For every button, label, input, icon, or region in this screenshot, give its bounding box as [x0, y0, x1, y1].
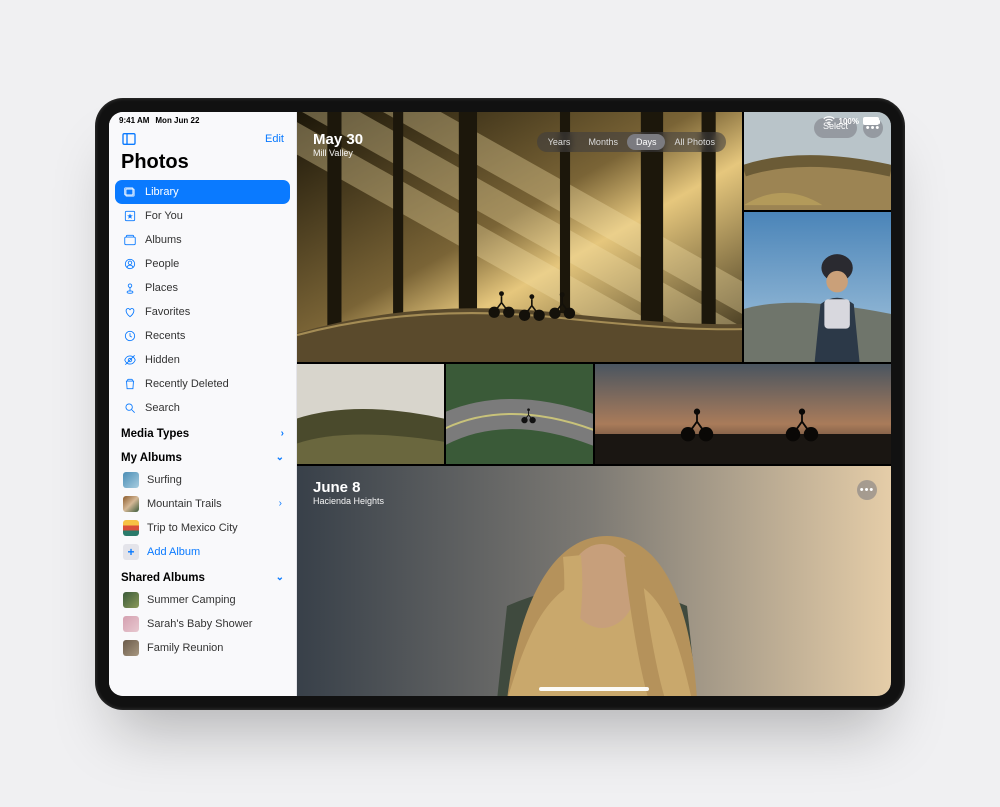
album-thumbnail: [123, 520, 139, 536]
section-shared-albums[interactable]: Shared Albums ⌄: [109, 564, 296, 588]
status-time: 9:41 AM: [119, 116, 149, 125]
app-title: Photos: [109, 151, 296, 180]
photo-thumb-cyclist-portrait[interactable]: [744, 212, 891, 362]
sidebar-item-recents[interactable]: Recents: [115, 324, 290, 348]
album-item-mountain-trails[interactable]: Mountain Trails ›: [115, 492, 290, 516]
for-you-icon: [123, 209, 137, 223]
sidebar-item-label: Hidden: [145, 354, 282, 366]
group-date: May 30: [313, 132, 363, 149]
shared-album-family-reunion[interactable]: Family Reunion: [115, 636, 290, 660]
places-icon: [123, 281, 137, 295]
sidebar-item-places[interactable]: Places: [115, 276, 290, 300]
sidebar-edit-button[interactable]: Edit: [265, 133, 284, 145]
add-album-button[interactable]: + Add Album: [115, 540, 290, 564]
section-media-types[interactable]: Media Types ›: [109, 420, 296, 444]
chevron-down-icon: ⌄: [276, 452, 284, 463]
more-options-icon[interactable]: •••: [857, 480, 877, 500]
album-label: Family Reunion: [147, 642, 282, 654]
section-title: Media Types: [121, 428, 189, 440]
photo-hero-may-30[interactable]: May 30 Mill Valley Years Months Days All…: [297, 112, 742, 362]
group-location: Mill Valley: [313, 148, 363, 158]
segment-all-photos[interactable]: All Photos: [665, 134, 724, 150]
battery-icon: [863, 117, 879, 125]
wifi-icon: [823, 116, 835, 127]
sidebar-item-label: Recently Deleted: [145, 378, 282, 390]
sidebar-item-library[interactable]: Library: [115, 180, 290, 204]
sidebar-item-recently-deleted[interactable]: Recently Deleted: [115, 372, 290, 396]
photo-grid-main: 100%: [297, 112, 891, 696]
shared-album-baby-shower[interactable]: Sarah's Baby Shower: [115, 612, 290, 636]
status-bar-right: 100%: [823, 116, 879, 127]
sidebar-item-search[interactable]: Search: [115, 396, 290, 420]
sidebar-item-label: Search: [145, 402, 282, 414]
people-icon: [123, 257, 137, 271]
heart-icon: [123, 305, 137, 319]
photo-thumb-curved-road[interactable]: [446, 364, 593, 464]
segment-months[interactable]: Months: [579, 134, 627, 150]
eye-off-icon: [123, 353, 137, 367]
home-indicator[interactable]: [539, 687, 649, 691]
sidebar-item-label: Recents: [145, 330, 282, 342]
sidebar-item-people[interactable]: People: [115, 252, 290, 276]
albums-icon: [123, 233, 137, 247]
status-date: Mon Jun 22: [155, 116, 199, 125]
sidebar-item-favorites[interactable]: Favorites: [115, 300, 290, 324]
album-label: Sarah's Baby Shower: [147, 618, 282, 630]
photo-hero-june-8[interactable]: June 8 Hacienda Heights •••: [297, 466, 891, 696]
ipad-screen: 9:41 AM Mon Jun 22 Edit Photos Library: [109, 112, 891, 696]
chevron-down-icon: ⌄: [276, 572, 284, 583]
album-thumbnail: [123, 616, 139, 632]
group-location: Hacienda Heights: [313, 496, 384, 506]
trash-icon: [123, 377, 137, 391]
album-thumbnail: [123, 592, 139, 608]
photo-group-title: June 8 Hacienda Heights: [313, 480, 384, 507]
ipad-device-frame: 9:41 AM Mon Jun 22 Edit Photos Library: [95, 98, 905, 710]
photo-thumb-foggy-hills[interactable]: [297, 364, 444, 464]
chevron-right-icon: ›: [279, 498, 282, 509]
photo-group-title: May 30 Mill Valley: [313, 132, 363, 159]
time-scope-segmented-control[interactable]: Years Months Days All Photos: [537, 132, 726, 152]
album-thumbnail: [123, 472, 139, 488]
status-bar-left: 9:41 AM Mon Jun 22: [109, 112, 296, 125]
sidebar-item-for-you[interactable]: For You: [115, 204, 290, 228]
add-album-label: Add Album: [147, 546, 282, 558]
clock-icon: [123, 329, 137, 343]
sidebar-item-albums[interactable]: Albums: [115, 228, 290, 252]
group-date: June 8: [313, 480, 384, 497]
album-label: Summer Camping: [147, 594, 282, 606]
sidebar: 9:41 AM Mon Jun 22 Edit Photos Library: [109, 112, 297, 696]
album-label: Surfing: [147, 474, 282, 486]
sidebar-toggle-icon[interactable]: [121, 131, 137, 147]
album-thumbnail: [123, 640, 139, 656]
plus-icon: +: [123, 544, 139, 560]
segment-days[interactable]: Days: [627, 134, 666, 150]
section-title: My Albums: [121, 452, 182, 464]
sidebar-item-label: People: [145, 258, 282, 270]
segment-years[interactable]: Years: [539, 134, 580, 150]
sidebar-item-label: Places: [145, 282, 282, 294]
sidebar-item-label: Albums: [145, 234, 282, 246]
section-title: Shared Albums: [121, 572, 205, 584]
sidebar-item-hidden[interactable]: Hidden: [115, 348, 290, 372]
album-item-trip-mexico-city[interactable]: Trip to Mexico City: [115, 516, 290, 540]
sidebar-item-label: Favorites: [145, 306, 282, 318]
search-icon: [123, 401, 137, 415]
album-label: Trip to Mexico City: [147, 522, 282, 534]
sidebar-item-label: For You: [145, 210, 282, 222]
shared-album-summer-camping[interactable]: Summer Camping: [115, 588, 290, 612]
photos-library-icon: [123, 185, 137, 199]
photo-thumb-sunset-cyclists[interactable]: [595, 364, 891, 464]
sidebar-nav-list: Library For You Albums People: [109, 180, 296, 420]
chevron-right-icon: ›: [281, 428, 284, 439]
album-label: Mountain Trails: [147, 498, 271, 510]
album-item-surfing[interactable]: Surfing: [115, 468, 290, 492]
sidebar-item-label: Library: [145, 186, 282, 198]
section-my-albums[interactable]: My Albums ⌄: [109, 444, 296, 468]
album-thumbnail: [123, 496, 139, 512]
battery-percentage: 100%: [839, 117, 859, 126]
